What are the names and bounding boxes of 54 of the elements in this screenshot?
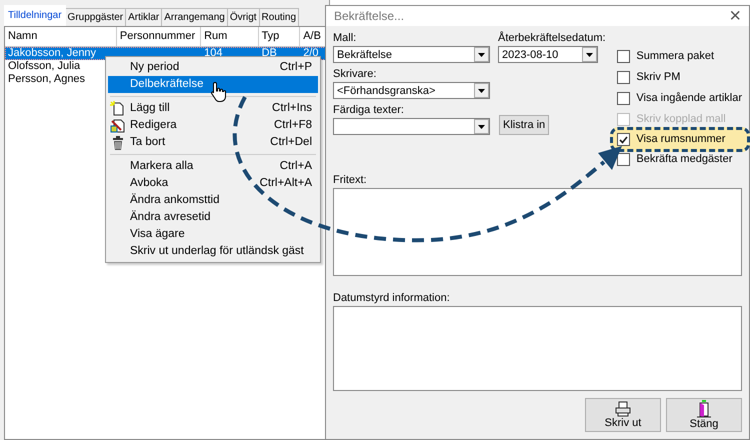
tab[interactable]: Tilldelningar (4, 5, 66, 26)
dialog-button[interactable]: Skriv ut (585, 398, 661, 432)
field-label: Datumstyrd information: (333, 292, 450, 305)
new-page-icon (110, 100, 126, 116)
table-cell-text: 104 (203, 46, 224, 60)
menu-item[interactable]: Skriv ut underlag för utländsk gäst (108, 243, 318, 260)
field-label: Mall: (333, 32, 356, 45)
field-label: Färdiga texter: (333, 104, 404, 117)
dropdown-arrow-icon (586, 52, 593, 56)
door-exit-icon (696, 400, 712, 418)
tab[interactable]: Routing (258, 8, 299, 26)
dropdown-arrow-icon (478, 88, 485, 92)
text-area[interactable] (333, 306, 742, 391)
menu-item[interactable]: Redigera Ctrl+F8 (108, 117, 318, 134)
dropdown-arrow-icon (478, 124, 485, 128)
column-header[interactable]: Personnummer (116, 27, 202, 46)
column-header[interactable]: Rum (201, 27, 259, 46)
table-cell-text: Jakobsson, Jenny (7, 46, 98, 60)
dialog-button[interactable]: Stäng (666, 398, 742, 432)
menu-item[interactable]: Delbekräftelse (108, 76, 318, 93)
menu-item[interactable]: Ändra avresetid (108, 209, 318, 226)
printer-icon (615, 401, 631, 417)
paste-button[interactable]: Klistra in (499, 114, 550, 135)
field-label: Fritext: (333, 174, 367, 187)
menu-item[interactable]: Lägg till Ctrl+Ins (108, 100, 318, 117)
checkbox-option[interactable]: Summera paket (617, 46, 742, 67)
table-cell-text: 2/0 (302, 46, 320, 60)
field-label: Återbekräftelsedatum: (498, 32, 606, 45)
checkbox-option[interactable]: Skriv PM (617, 67, 742, 88)
menu-item[interactable]: Ändra ankomsttid (108, 192, 318, 209)
menu-item[interactable]: Markera alla Ctrl+A (108, 158, 318, 175)
window-title: Bekräftelse... (334, 8, 404, 25)
dropdown-field[interactable]: Bekräftelse (333, 46, 490, 63)
column-header[interactable]: Namn (5, 27, 117, 46)
trash-can-icon (110, 134, 126, 150)
edit-page-icon (110, 118, 126, 134)
text-area[interactable] (333, 188, 742, 276)
checkmark-icon (619, 136, 628, 144)
field-label: Skrivare: (333, 68, 376, 81)
dropdown-field[interactable]: <Förhandsgranska> (333, 82, 490, 99)
menu-item[interactable]: Ny period Ctrl+P (108, 59, 318, 76)
dropdown-field[interactable] (333, 118, 490, 135)
checkbox-option[interactable]: Visa rumsnummer (610, 127, 750, 152)
hand-cursor-icon (210, 81, 228, 103)
table-cell-text: DB (260, 46, 278, 60)
menu-item[interactable]: Avboka Ctrl+Alt+A (108, 175, 318, 192)
menu-item[interactable]: Ta bort Ctrl+Del (108, 134, 318, 151)
menu-item[interactable]: Visa ägare (108, 226, 318, 243)
close-button[interactable]: × (729, 6, 741, 26)
dropdown-arrow-icon (478, 52, 485, 56)
checkbox-option[interactable]: Bekräfta medgäster (617, 149, 742, 170)
checkbox-option[interactable]: Visa ingående artiklar (617, 88, 742, 109)
dropdown-field[interactable]: 2023-08-10 (498, 46, 598, 63)
column-header[interactable]: Typ (258, 27, 300, 46)
